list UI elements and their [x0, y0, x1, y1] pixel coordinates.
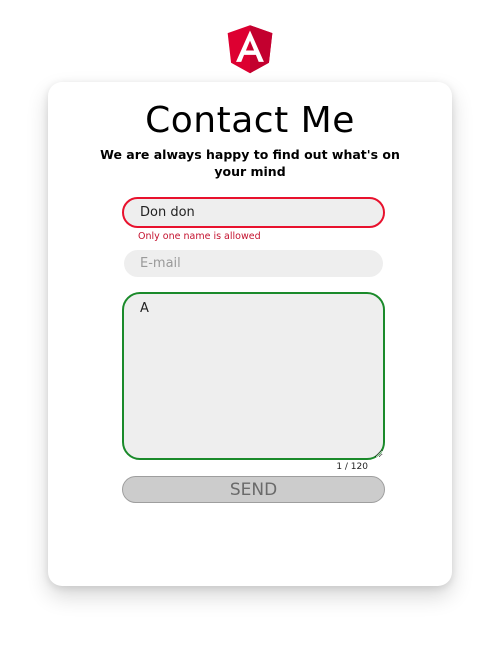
send-button[interactable]: SEND	[122, 476, 385, 503]
name-error-message: Only one name is allowed	[138, 231, 261, 242]
page-title: Contact Me	[145, 100, 355, 141]
page-subtitle: We are always happy to find out what's o…	[100, 147, 400, 179]
name-input[interactable]	[122, 197, 385, 228]
character-counter: 1 / 120	[336, 462, 368, 472]
email-input[interactable]	[124, 250, 383, 277]
angular-logo-icon	[227, 25, 273, 74]
message-textarea[interactable]: A	[122, 292, 385, 460]
